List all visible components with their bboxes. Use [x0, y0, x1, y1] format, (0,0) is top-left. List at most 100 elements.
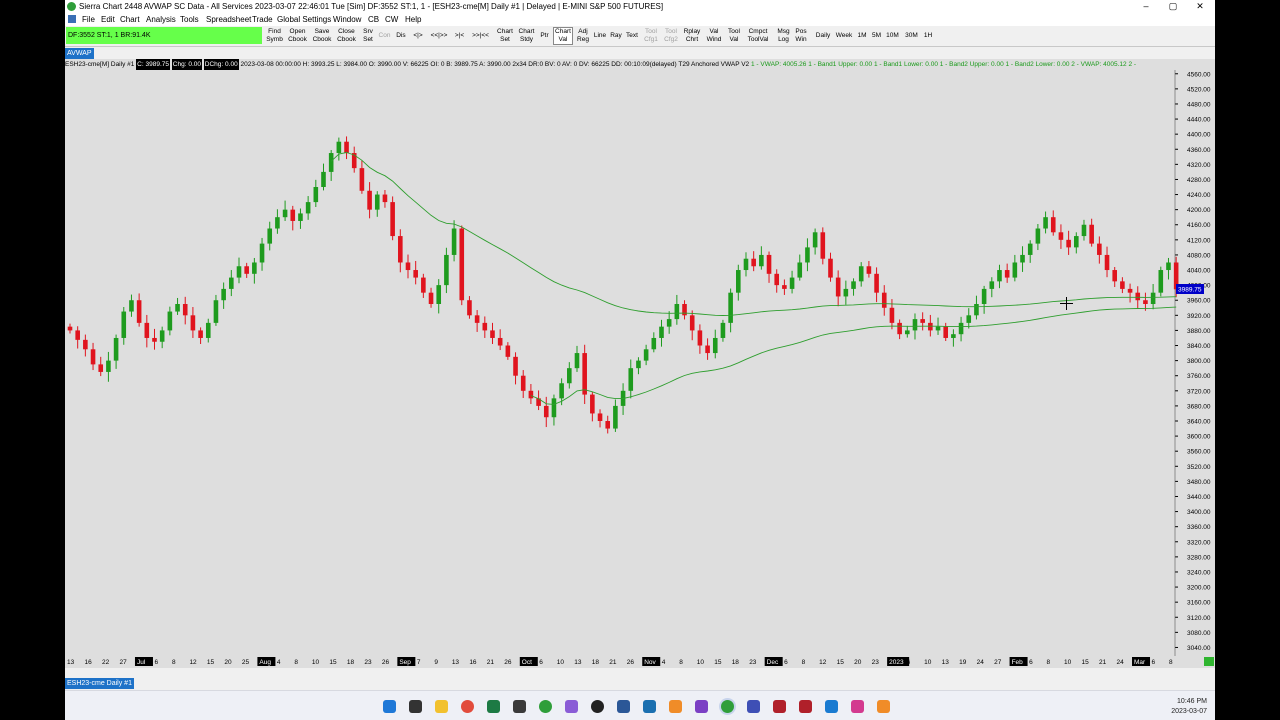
- file-explorer-icon[interactable]: [435, 700, 448, 713]
- price-tick-label: 3360.00: [1187, 524, 1211, 531]
- menu-trade[interactable]: Trade: [252, 15, 273, 24]
- toolbar-button-5m[interactable]: 5M: [870, 27, 883, 45]
- candle-body: [1158, 270, 1164, 293]
- toolbar-button-ray[interactable]: Ray: [609, 27, 623, 45]
- date-label: 8: [172, 659, 176, 666]
- toolbar-button-10m[interactable]: 10M: [884, 27, 901, 45]
- candle-body: [1058, 232, 1064, 240]
- window-title: Sierra Chart 2448 AVWAP SC Data - All Se…: [79, 2, 664, 11]
- candle-body: [774, 273, 780, 286]
- visual-studio-icon[interactable]: [695, 700, 708, 713]
- toolbar-button-close-cbook[interactable]: Close Cbook: [335, 27, 358, 45]
- terminal-icon[interactable]: [513, 700, 526, 713]
- toolbar-button-rplay-chrt[interactable]: Rplay Chrt: [682, 27, 702, 45]
- app-red-icon[interactable]: [773, 700, 786, 713]
- minimize-button[interactable]: –: [1133, 0, 1159, 13]
- chart-window[interactable]: 4560.00 4520.00 4480.00 4440.00 4400.00 4360.…: [65, 47, 1215, 668]
- toolbar-button-chart-stdy[interactable]: Chart Stdy: [516, 27, 537, 45]
- media-icon[interactable]: [591, 700, 604, 713]
- menu-help[interactable]: Help: [405, 15, 421, 24]
- maximize-button[interactable]: ▢: [1160, 0, 1186, 13]
- toolbar-button-chart-val[interactable]: Chart Val: [553, 27, 573, 45]
- menu-analysis[interactable]: Analysis: [146, 15, 176, 24]
- excel-icon[interactable]: [487, 700, 500, 713]
- start-icon[interactable]: [383, 700, 396, 713]
- menu-tools[interactable]: Tools: [180, 15, 199, 24]
- date-label: 23: [872, 659, 880, 666]
- candle-body: [1097, 243, 1102, 255]
- candle-body: [1027, 243, 1033, 255]
- save-icon[interactable]: [617, 700, 630, 713]
- tab-chart-esh23[interactable]: ESH23-cme Daily #1: [65, 678, 134, 689]
- toolbar-button-[interactable]: >>|<<: [468, 27, 493, 45]
- toolbar-button-[interactable]: <|>: [410, 27, 426, 45]
- toolbar-button-1h[interactable]: 1H: [922, 27, 934, 45]
- candle-body: [751, 258, 756, 267]
- candle-body: [820, 232, 826, 259]
- task-view-icon[interactable]: [409, 700, 422, 713]
- date-label: 15: [207, 659, 215, 666]
- candle-body: [797, 262, 803, 278]
- price-tick-label: 3640.00: [1187, 419, 1211, 426]
- price-tick-label: 4400.00: [1187, 132, 1211, 139]
- tool-2-icon[interactable]: [877, 700, 890, 713]
- toolbar-button-chart-set[interactable]: Chart Set: [495, 27, 515, 45]
- toolbar-button-adj-reg[interactable]: Adj Reg: [575, 27, 591, 45]
- toolbar-button-save-cbook[interactable]: Save Cbook: [311, 27, 333, 45]
- toolbar-button-[interactable]: <<|>>: [427, 27, 451, 45]
- toolbar-button-1m[interactable]: 1M: [856, 27, 868, 45]
- date-label: 20: [854, 659, 862, 666]
- sierra-chart-icon[interactable]: [539, 700, 552, 713]
- toolbar-button-text[interactable]: Text: [624, 27, 640, 45]
- sierra-chart-active-icon[interactable]: [721, 700, 734, 713]
- toolbar-button-week[interactable]: Week: [834, 27, 854, 45]
- menu-file[interactable]: File: [82, 15, 95, 24]
- price-tick-label: 3400.00: [1187, 509, 1211, 516]
- menu-chart[interactable]: Chart: [120, 15, 140, 24]
- tool-icon[interactable]: [669, 700, 682, 713]
- toolbar-button-dis[interactable]: Dis: [394, 27, 408, 45]
- date-label: 23: [749, 659, 757, 666]
- notification-app-icon[interactable]: [851, 700, 864, 713]
- menu-spreadsheet[interactable]: Spreadsheet: [206, 15, 251, 24]
- menu-cw[interactable]: CW: [385, 15, 398, 24]
- candle-body: [321, 171, 326, 187]
- chrome-icon[interactable]: [461, 700, 474, 713]
- toolbar-button-daily[interactable]: Daily: [813, 27, 833, 45]
- toolbar-button-pos-win[interactable]: Pos Win: [793, 27, 809, 45]
- toolbar-button-srv-set[interactable]: Srv Set: [361, 27, 375, 45]
- toolbar-button-cmpct-toolval[interactable]: Cmpct ToolVal: [745, 27, 771, 45]
- date-label: 8: [1047, 659, 1051, 666]
- toolbar-button-line[interactable]: Line: [592, 27, 608, 45]
- chart-window-icon[interactable]: [68, 15, 76, 23]
- toolbar-button-val-wind[interactable]: Val Wind: [705, 27, 723, 45]
- app-icon[interactable]: [565, 700, 578, 713]
- menu-global-settings[interactable]: Global Settings: [277, 15, 331, 24]
- close-button[interactable]: ✕: [1187, 0, 1213, 13]
- candle-body: [229, 277, 234, 289]
- date-label: 21: [487, 659, 495, 666]
- sc-data-icon[interactable]: [643, 700, 656, 713]
- price-tick-label: 4240.00: [1187, 192, 1211, 199]
- menu-window[interactable]: Window: [333, 15, 361, 24]
- toolbar-button-[interactable]: >|<: [452, 27, 467, 45]
- tab-avwap[interactable]: AVWAP: [65, 48, 94, 59]
- date-label: 26: [382, 659, 390, 666]
- price-chart[interactable]: 4560.00 4520.00 4480.00 4440.00 4400.00 4360.…: [65, 47, 1215, 668]
- menu-edit[interactable]: Edit: [101, 15, 115, 24]
- teams-icon[interactable]: [747, 700, 760, 713]
- taskbar-clock[interactable]: 10:46 PM 2023-03-07: [1171, 697, 1207, 717]
- toolbar-button-find-symb[interactable]: Find Symb: [264, 27, 285, 45]
- toolbar-button-30m[interactable]: 30M: [903, 27, 920, 45]
- toolbar-button-ptr[interactable]: Ptr: [539, 27, 550, 45]
- date-label: 10: [924, 659, 932, 666]
- candle-body: [605, 421, 611, 429]
- toolbar-button-open-cbook[interactable]: Open Cbook: [286, 27, 309, 45]
- toolbar-button-msg-log[interactable]: Msg Log: [775, 27, 792, 45]
- candle-body: [344, 141, 349, 154]
- app-red-2-icon[interactable]: [799, 700, 812, 713]
- date-label: 9: [434, 659, 438, 666]
- toolbar-button-tool-val[interactable]: Tool Val: [725, 27, 743, 45]
- vscode-icon[interactable]: [825, 700, 838, 713]
- menu-cb[interactable]: CB: [368, 15, 379, 24]
